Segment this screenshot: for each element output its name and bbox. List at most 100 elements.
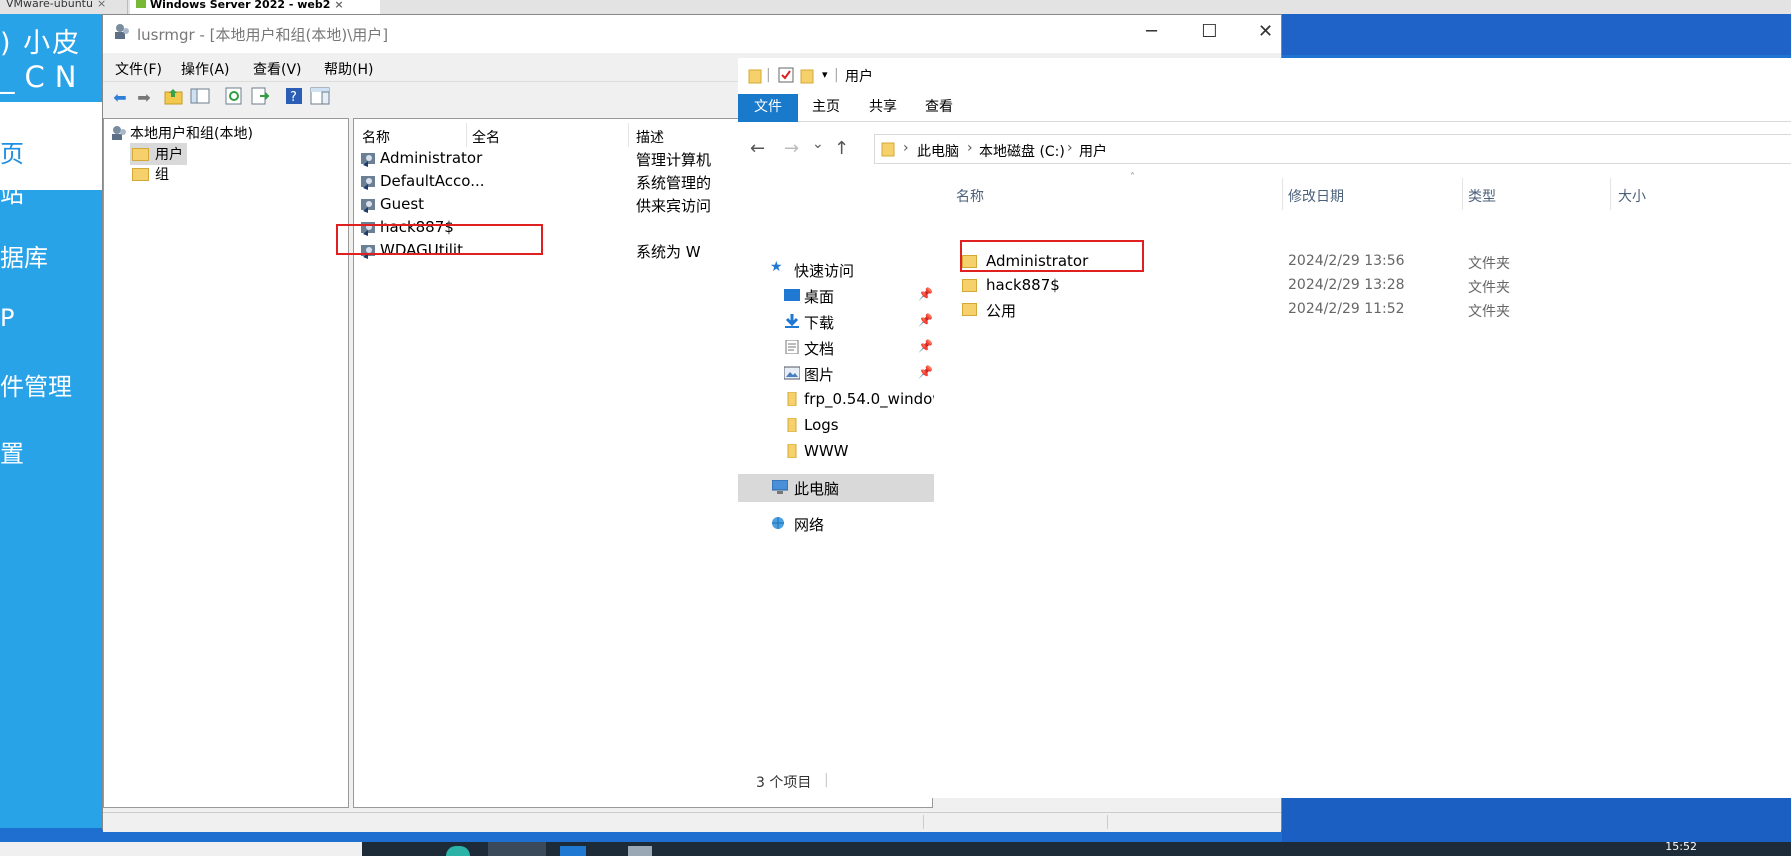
file-row[interactable]: 公用 2024/2/29 11:52 文件夹	[934, 298, 1791, 322]
close-button[interactable]: ✕	[1237, 15, 1294, 53]
status-bar: 3 个项目 |	[738, 768, 1791, 791]
user-icon	[361, 199, 375, 213]
nav-quick-access[interactable]: ★ 快速访问	[738, 256, 934, 284]
properties-check-icon[interactable]	[778, 67, 794, 83]
folder-icon	[962, 279, 977, 292]
explorer-title: 用户	[845, 69, 873, 85]
nav-network[interactable]: 网络	[738, 510, 934, 538]
close-icon[interactable]: ×	[334, 0, 343, 11]
vm-tab-windows[interactable]: Windows Server 2022 - web2 ×	[130, 0, 380, 14]
column-divider[interactable]	[628, 123, 629, 147]
breadcrumb-separator: ›	[903, 140, 909, 156]
menu-view[interactable]: 查看(V)	[253, 59, 302, 79]
column-divider[interactable]	[1282, 178, 1283, 210]
column-header-type[interactable]: 类型	[1468, 186, 1496, 206]
breadcrumb-local-disk[interactable]: 本地磁盘 (C:)	[979, 141, 1065, 161]
nav-item-desktop[interactable]: 桌面 📌	[738, 282, 934, 310]
menu-action[interactable]: 操作(A)	[181, 59, 230, 79]
column-header-date[interactable]: 修改日期	[1288, 186, 1344, 206]
navigation-pane: ★ 快速访问 桌面 📌 下载 📌 文档 📌 图片 📌 frp_0.54.0_wi…	[738, 182, 945, 690]
column-divider[interactable]	[466, 123, 467, 147]
nav-item-ftp[interactable]: P	[0, 304, 14, 332]
show-tree-icon[interactable]	[189, 87, 211, 109]
tree-item-users[interactable]: 用户	[130, 143, 187, 165]
column-header-description[interactable]: 描述	[636, 127, 664, 147]
pin-icon[interactable]: 📌	[918, 287, 933, 301]
vm-tab-ubuntu[interactable]: VMware-ubuntu ×	[0, 0, 128, 14]
pin-icon[interactable]: 📌	[918, 313, 933, 327]
item-count: 3 个项目	[756, 775, 812, 791]
vm-tab-label: Windows Server 2022 - web2	[150, 0, 331, 11]
edge-icon[interactable]	[446, 846, 470, 856]
help-icon[interactable]: ?	[283, 87, 305, 109]
nav-item-logs-folder[interactable]: Logs	[738, 412, 934, 440]
xp-panel-sidebar: ) 小皮 _CN 页 站 据库 P 件管理 置	[0, 14, 102, 828]
address-bar-row: ← → ⌄ ↑ › 此电脑 › 本地磁盘 (C:) › 用户	[738, 128, 1791, 168]
properties-pane-icon[interactable]	[309, 87, 331, 109]
pin-icon[interactable]: 📌	[918, 339, 933, 353]
picture-icon	[784, 366, 800, 380]
user-icon	[361, 153, 375, 167]
breadcrumb-this-pc[interactable]: 此电脑	[917, 141, 959, 161]
nav-item-file-manager[interactable]: 件管理	[0, 367, 72, 402]
tab-view[interactable]: 查看	[914, 94, 964, 122]
taskbar: 15:52	[362, 840, 1791, 856]
pin-icon[interactable]: 📌	[918, 365, 933, 379]
menu-help[interactable]: 帮助(H)	[324, 59, 373, 79]
taskbar-clock[interactable]: 15:52	[1665, 840, 1697, 853]
tab-home[interactable]: 主页	[800, 94, 852, 122]
customize-qat-icon[interactable]: ▾	[822, 68, 828, 81]
folder-icon	[881, 142, 895, 157]
file-row[interactable]: hack887$ 2024/2/29 13:28 文件夹	[934, 274, 1791, 298]
nav-item-settings[interactable]: 置	[0, 434, 24, 469]
export-list-icon[interactable]	[249, 87, 271, 109]
back-button[interactable]: ←	[750, 138, 765, 159]
nav-item-pictures[interactable]: 图片 📌	[738, 360, 934, 388]
title-bar: lusrmgr - [本地用户和组(本地)\用户] ─ ☐ ✕	[103, 15, 1281, 53]
column-divider[interactable]	[1610, 178, 1611, 210]
refresh-icon[interactable]	[223, 87, 245, 109]
column-header-name[interactable]: 名称	[956, 186, 984, 206]
address-box[interactable]: › 此电脑 › 本地磁盘 (C:) › 用户	[874, 134, 1791, 164]
tab-share[interactable]: 共享	[858, 94, 908, 122]
quick-access-toolbar: | ▾ | 用户	[738, 58, 1791, 92]
nav-this-pc[interactable]: 此电脑	[738, 474, 934, 502]
nav-item-site[interactable]: 站	[0, 174, 24, 209]
nav-item-documents[interactable]: 文档 📌	[738, 334, 934, 362]
recent-locations-button[interactable]: ⌄	[812, 136, 824, 152]
explorer-window: | ▾ | 用户 文件 主页 共享 查看 ← → ⌄ ↑ › 此电脑 › 本地磁…	[738, 58, 1791, 798]
folder-icon	[132, 148, 149, 161]
column-header-fullname[interactable]: 全名	[472, 127, 500, 147]
up-folder-icon[interactable]	[163, 87, 185, 109]
app-icon[interactable]	[560, 846, 586, 856]
nav-item-downloads[interactable]: 下载 📌	[738, 308, 934, 336]
tree-root[interactable]: 本地用户和组(本地)	[110, 123, 253, 143]
back-arrow-icon[interactable]: ⬅	[109, 87, 131, 109]
computer-management-icon[interactable]	[628, 846, 652, 856]
forward-arrow-icon[interactable]: ➡	[133, 87, 155, 109]
close-icon[interactable]: ×	[97, 0, 106, 10]
tree-item-groups[interactable]: 组	[130, 163, 173, 185]
minimize-button[interactable]: ─	[1123, 15, 1180, 53]
nav-item-www-folder[interactable]: WWW	[738, 438, 934, 466]
breadcrumb-users[interactable]: 用户	[1079, 141, 1107, 161]
maximize-button[interactable]: ☐	[1181, 15, 1238, 53]
nav-item-frp-folder[interactable]: frp_0.54.0_window	[738, 386, 945, 414]
up-button[interactable]: ↑	[834, 138, 849, 159]
menu-file[interactable]: 文件(F)	[115, 59, 162, 79]
column-header-size[interactable]: 大小	[1618, 186, 1646, 206]
nav-item-database[interactable]: 据库	[0, 238, 48, 273]
tab-file[interactable]: 文件	[738, 94, 798, 122]
vm-icon	[136, 0, 146, 8]
forward-button[interactable]: →	[784, 138, 799, 159]
status-bar	[103, 812, 1281, 832]
logo-text: ) 小皮	[0, 28, 82, 59]
column-divider[interactable]	[1462, 178, 1463, 210]
column-header-name[interactable]: 名称	[362, 127, 390, 147]
explorer-taskbar-button[interactable]	[488, 842, 546, 856]
users-icon	[115, 24, 129, 39]
toolbar: ⬅ ➡ ?	[103, 81, 743, 113]
ribbon-tabs: 文件 主页 共享 查看	[738, 94, 1791, 122]
folder-icon	[132, 168, 149, 181]
new-folder-icon[interactable]	[800, 67, 814, 85]
